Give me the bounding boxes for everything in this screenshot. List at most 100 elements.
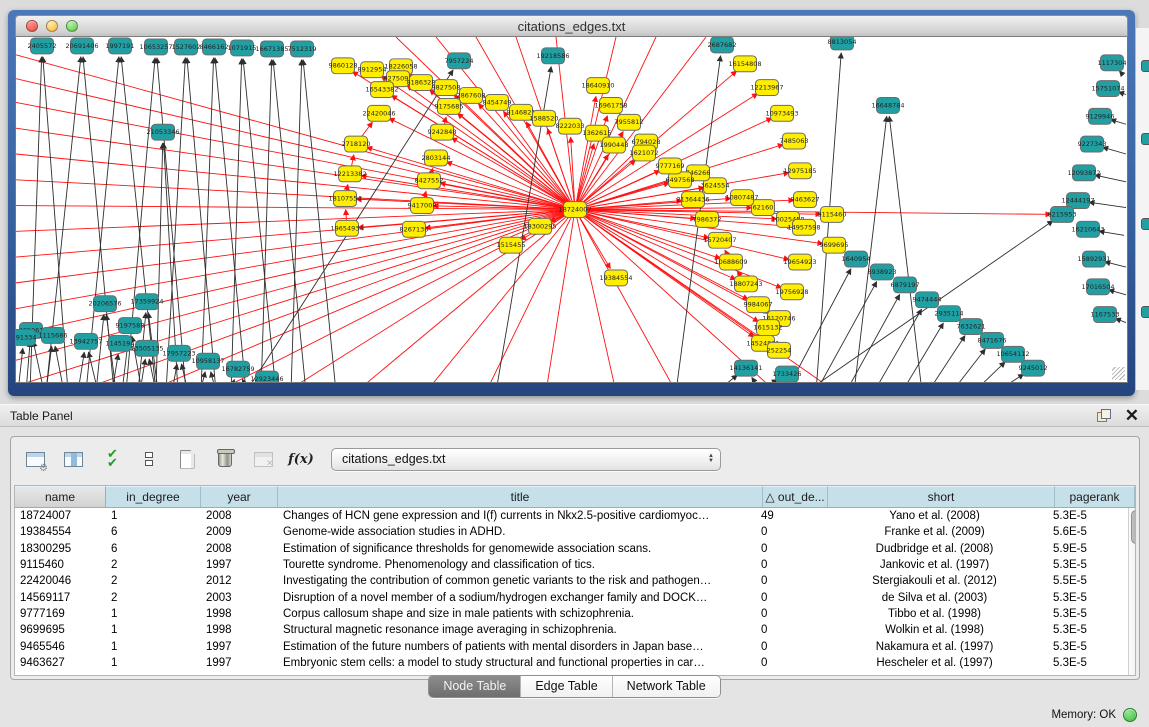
graph-node[interactable]: 1621072 <box>630 145 659 161</box>
graph-node[interactable]: 16210643 <box>1071 221 1104 237</box>
column-header-year[interactable]: year <box>201 486 278 507</box>
column-header-in_degree[interactable]: in_degree <box>106 486 201 507</box>
delete-table-icon[interactable] <box>211 445 239 473</box>
graph-node[interactable]: 14957598 <box>787 219 820 235</box>
table-selector-dropdown[interactable]: citations_edges.txt ▲▼ <box>331 448 721 471</box>
graph-node[interactable]: 22420046 <box>362 105 395 121</box>
tab-edge-table[interactable]: Edge Table <box>521 676 612 697</box>
graph-node[interactable]: 18807243 <box>729 276 762 292</box>
table-row[interactable]: 1938455462009Genome-wide association stu… <box>15 524 1128 540</box>
graph-node[interactable]: 13505135 <box>130 340 163 356</box>
graph-node[interactable]: 2718120 <box>342 136 371 152</box>
table-columns-icon[interactable] <box>59 445 87 473</box>
graph-node[interactable]: 1588520 <box>530 110 559 126</box>
memory-status-icon[interactable] <box>1123 708 1137 722</box>
graph-node[interactable]: 391334 <box>16 329 36 345</box>
graph-node[interactable]: 18300295 <box>523 218 556 234</box>
scrollbar-thumb[interactable] <box>1131 510 1136 544</box>
graph-node[interactable]: 8813054 <box>828 37 857 50</box>
graph-node[interactable]: 12975185 <box>783 163 816 179</box>
graph-node[interactable]: 7485063 <box>780 133 809 149</box>
graph-node[interactable]: 15751074 <box>1091 81 1124 97</box>
graph-node[interactable]: 17016504 <box>1081 279 1114 295</box>
tab-node-table[interactable]: Node Table <box>429 676 521 697</box>
table-row[interactable]: 977716911998Corpus callosum shape and si… <box>15 606 1128 622</box>
graph-node[interactable]: 16154808 <box>728 56 761 72</box>
graph-node[interactable]: 10807487 <box>725 190 758 206</box>
graph-node[interactable]: 12213382 <box>333 166 366 182</box>
graph-node[interactable]: 9777169 <box>656 158 685 174</box>
graph-node[interactable]: 9860128 <box>329 58 358 74</box>
graph-node[interactable]: 20691406 <box>65 38 98 54</box>
graph-node[interactable]: 6879197 <box>891 277 920 293</box>
graph-node[interactable]: 1527602 <box>172 39 201 55</box>
graph-node[interactable]: 7512319 <box>288 41 317 57</box>
graph-node[interactable]: 9463627 <box>791 192 820 208</box>
graph-node[interactable]: 8267130 <box>400 221 429 237</box>
graph-node[interactable]: 9417008 <box>408 198 437 214</box>
graph-node[interactable]: 1990448 <box>600 137 629 153</box>
graph-node[interactable]: 8466162 <box>200 39 229 55</box>
graph-node[interactable]: 9245012 <box>1019 360 1048 376</box>
graph-node[interactable]: 2935114 <box>935 306 964 322</box>
graph-node[interactable]: 9242848 <box>428 124 457 140</box>
graph-node[interactable]: 2687682 <box>708 37 737 53</box>
rows-icon[interactable] <box>135 445 163 473</box>
column-header-short[interactable]: short <box>828 486 1055 507</box>
citation-network-graph[interactable]: 1872400798601288912954182260589275098165… <box>16 37 1128 383</box>
graph-node[interactable]: 21364436 <box>676 192 709 208</box>
graph-node[interactable]: 15720407 <box>703 232 736 248</box>
graph-node[interactable]: 1615132 <box>754 320 783 336</box>
graph-node[interactable]: 21053346 <box>146 124 179 140</box>
graph-node[interactable]: 8427552 <box>415 173 444 189</box>
graph-node[interactable]: 1117304 <box>1098 55 1127 71</box>
tab-network-table[interactable]: Network Table <box>613 676 720 697</box>
graph-node[interactable]: 1167533 <box>1091 307 1120 323</box>
graph-node[interactable]: 18107554 <box>328 191 361 207</box>
table-row[interactable]: 946362711997Embryonic stem cells: a mode… <box>15 655 1128 671</box>
graph-node[interactable]: 18724007 <box>558 202 591 218</box>
vertical-scrollbar[interactable] <box>1128 508 1136 675</box>
graph-node[interactable]: 2803144 <box>422 150 451 166</box>
column-header-title[interactable]: title <box>278 486 763 507</box>
graph-node[interactable]: 12923446 <box>250 371 283 383</box>
graph-node[interactable]: 8222033 <box>556 118 585 134</box>
graph-node[interactable]: 10973493 <box>765 105 798 121</box>
graph-node[interactable]: 1071915 <box>228 40 257 56</box>
graph-node[interactable]: 9227343 <box>1078 136 1107 152</box>
graph-node[interactable]: 2867608 <box>457 88 486 104</box>
column-header-name[interactable]: name <box>15 486 106 507</box>
graph-node[interactable]: 9129946 <box>1086 108 1115 124</box>
table-settings-icon[interactable] <box>21 445 49 473</box>
graph-node[interactable]: 10958137 <box>191 353 224 369</box>
close-panel-icon[interactable]: ✕ <box>1125 409 1139 423</box>
graph-node[interactable]: 19654934 <box>330 220 363 236</box>
table-row[interactable]: 1456911722003Disruption of a novel membe… <box>15 589 1128 605</box>
graph-node[interactable]: 16961758 <box>594 97 627 113</box>
graph-node[interactable]: 13942757 <box>69 333 102 349</box>
graph-node[interactable]: 8215953 <box>1048 207 1077 223</box>
graph-node[interactable]: 19756928 <box>775 284 808 300</box>
window-titlebar[interactable]: citations_edges.txt <box>15 15 1128 37</box>
graph-node[interactable]: 9197588 <box>116 318 145 334</box>
graph-node[interactable]: 18640910 <box>581 78 614 94</box>
graph-node[interactable]: 19384554 <box>599 270 632 286</box>
graph-node[interactable]: 19654923 <box>783 254 816 270</box>
graph-node[interactable]: 14136141 <box>729 360 762 376</box>
graph-node[interactable]: 16648784 <box>871 97 904 113</box>
graph-node[interactable]: 16543382 <box>365 82 398 98</box>
graph-node[interactable]: 15892931 <box>1077 251 1110 267</box>
table-row[interactable]: 1830029562008Estimation of significance … <box>15 541 1128 557</box>
graph-node[interactable]: 7632621 <box>957 319 986 335</box>
graph-node[interactable]: 62160 <box>752 200 775 216</box>
graph-node[interactable]: 20206576 <box>88 296 121 312</box>
graph-node[interactable]: 252254 <box>767 342 792 358</box>
graph-node[interactable]: 9984067 <box>744 297 773 313</box>
graph-node[interactable]: 9115460 <box>818 207 847 223</box>
network-canvas[interactable]: 1872400798601288912954182260589275098165… <box>15 37 1128 383</box>
graph-node[interactable]: 10688609 <box>714 254 747 270</box>
graph-node[interactable]: 9175685 <box>435 98 464 114</box>
graph-node[interactable]: 7957224 <box>445 53 474 69</box>
graph-node[interactable]: 2405572 <box>28 38 57 54</box>
table-row[interactable]: 1872400712008Changes of HCN gene express… <box>15 508 1128 524</box>
